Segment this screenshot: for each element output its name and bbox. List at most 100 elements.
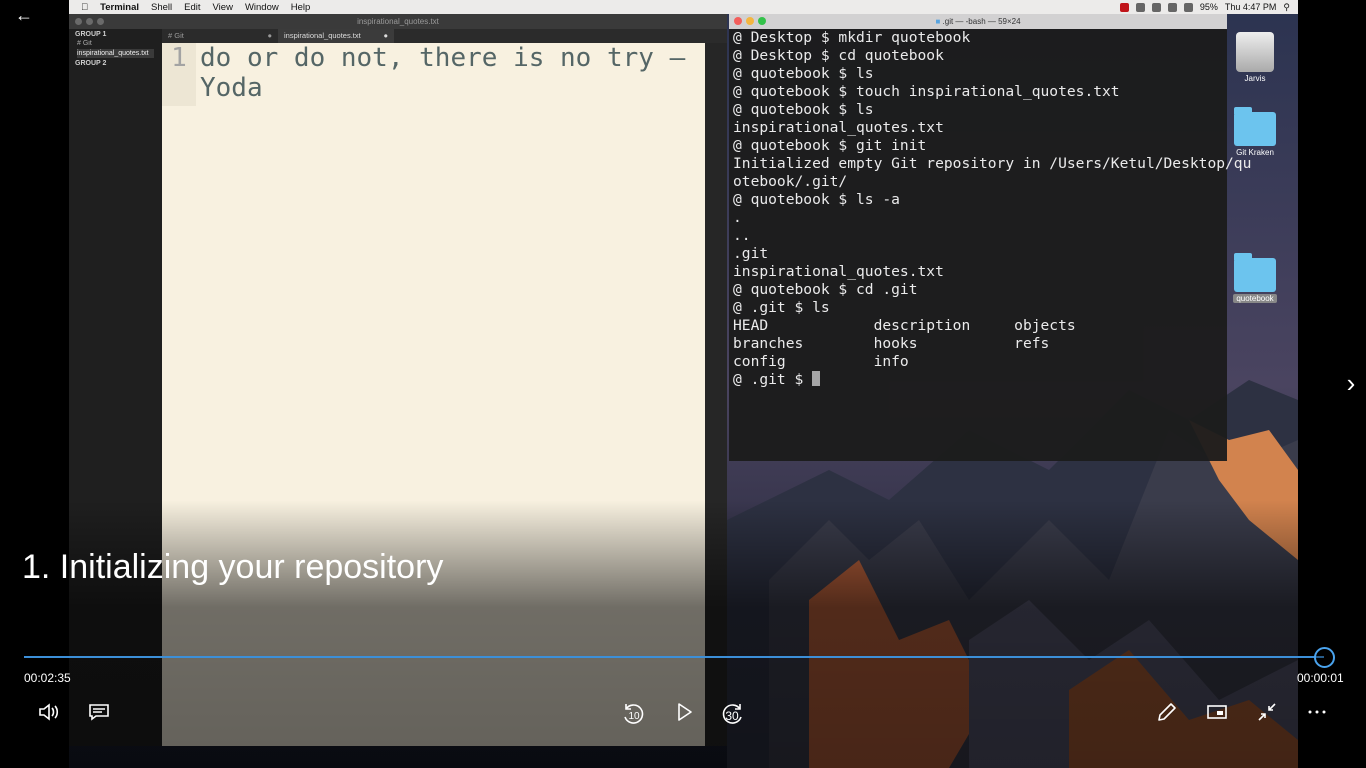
apple-icon[interactable]:  <box>81 2 88 13</box>
terminal-line: . <box>733 209 742 226</box>
folder-icon <box>1234 107 1276 146</box>
picture-in-picture-icon <box>1207 705 1227 719</box>
close-icon[interactable] <box>75 18 82 25</box>
menu-shell[interactable]: Shell <box>151 2 172 13</box>
tab-git[interactable]: # Git ● <box>162 29 278 43</box>
skip-back-button[interactable]: 10 <box>619 700 647 726</box>
volume-icon[interactable] <box>1183 2 1193 12</box>
tab-label: # Git <box>168 31 184 40</box>
terminal-line: otebook/.git/ <box>733 173 848 190</box>
icon-label: quotebook <box>1233 294 1277 303</box>
elapsed-time: 00:02:35 <box>24 671 71 685</box>
play-icon <box>678 703 692 721</box>
terminal-output[interactable]: @ Desktop $ mkdir quotebook @ Desktop $ c… <box>729 29 1252 389</box>
terminal-line: inspirational_quotes.txt <box>733 119 944 136</box>
seek-thumb[interactable] <box>1314 647 1335 668</box>
volume-button[interactable] <box>35 700 63 726</box>
menubar-clock[interactable]: Thu 4:47 PM <box>1225 2 1277 12</box>
close-icon[interactable] <box>734 17 742 25</box>
line-number: 1 <box>162 43 196 106</box>
wifi-icon[interactable] <box>1167 2 1177 12</box>
back-button[interactable]: ← <box>12 5 36 27</box>
terminal-line: @ .git $ ls <box>733 299 830 316</box>
pen-icon <box>1158 703 1176 721</box>
app-status-icon[interactable] <box>1119 2 1129 12</box>
terminal-line: inspirational_quotes.txt <box>733 263 944 280</box>
terminal-line: HEAD description objects <box>733 317 1076 334</box>
more-options-button[interactable] <box>1303 700 1331 726</box>
terminal-prompt: @ .git $ <box>733 371 813 388</box>
skip-back-10-icon: 10 <box>624 704 644 724</box>
terminal-line: config info <box>733 353 909 370</box>
desktop-icon-quotebook[interactable]: quotebook <box>1225 253 1285 303</box>
status-icon[interactable] <box>1151 2 1161 12</box>
play-button[interactable] <box>670 700 698 726</box>
zoom-icon[interactable] <box>758 17 766 25</box>
terminal-title-bar: ■ .git — -bash — 59×24 <box>729 14 1227 29</box>
tab-label: inspirational_quotes.txt <box>284 31 361 40</box>
sublime-tab-bar: # Git ● inspirational_quotes.txt ● <box>162 29 727 43</box>
menu-window[interactable]: Window <box>245 2 279 13</box>
icon-label: Jarvis <box>1244 74 1266 83</box>
more-icon <box>1308 710 1326 714</box>
status-icon[interactable] <box>1135 2 1145 12</box>
menu-edit[interactable]: Edit <box>184 2 200 13</box>
next-video-button[interactable]: › <box>1340 370 1362 398</box>
sidebar-item-quotes[interactable]: inspirational_quotes.txt <box>77 49 154 58</box>
tab-close-icon[interactable]: ● <box>267 29 272 43</box>
captions-button[interactable] <box>85 700 113 726</box>
terminal-window: ■ .git — -bash — 59×24 @ Desktop $ mkdir… <box>729 14 1252 461</box>
sublime-title: inspirational_quotes.txt <box>357 17 439 26</box>
skip-forward-button[interactable]: 30 <box>719 700 747 726</box>
spotlight-icon[interactable]: ⚲ <box>1283 2 1290 13</box>
terminal-line: @ quotebook $ cd .git <box>733 281 918 298</box>
controls-gradient <box>0 500 1366 768</box>
terminal-line: @ Desktop $ mkdir quotebook <box>733 29 971 46</box>
skip-forward-30-icon: 30 <box>722 704 742 724</box>
icon-label: Git Kraken <box>1236 148 1274 157</box>
text-cursor <box>812 371 821 386</box>
menu-help[interactable]: Help <box>291 2 311 13</box>
sidebar-item-git[interactable]: # Git <box>77 40 154 47</box>
folder-icon <box>1234 253 1276 292</box>
tab-inspirational-quotes[interactable]: inspirational_quotes.txt ● <box>278 29 394 43</box>
terminal-line: .. <box>733 227 751 244</box>
zoom-icon[interactable] <box>97 18 104 25</box>
captions-icon <box>89 704 109 721</box>
terminal-line: @ quotebook $ ls <box>733 101 874 118</box>
edit-button[interactable] <box>1153 700 1181 726</box>
sidebar-group-2[interactable]: GROUP 2 <box>75 60 156 67</box>
terminal-title: .git — -bash — 59×24 <box>942 17 1021 26</box>
terminal-line: @ quotebook $ ls -a <box>733 191 900 208</box>
collapse-icon <box>1258 703 1276 721</box>
mac-menu-bar:  Terminal Shell Edit View Window Help 9… <box>69 0 1298 14</box>
desktop-icon-git-kraken[interactable]: Git Kraken <box>1225 107 1285 157</box>
menu-view[interactable]: View <box>213 2 233 13</box>
terminal-line: @ quotebook $ ls <box>733 65 874 82</box>
sublime-title-bar: inspirational_quotes.txt <box>69 14 727 29</box>
sidebar-group-1[interactable]: GROUP 1 <box>75 31 156 38</box>
editor-text[interactable]: do or do not, there is no try — Yoda <box>200 43 700 103</box>
terminal-line: @ quotebook $ touch inspirational_quotes… <box>733 83 1120 100</box>
skip-back-label: 10 <box>628 711 640 722</box>
seek-bar[interactable] <box>24 656 1324 658</box>
mini-view-button[interactable] <box>1203 700 1231 726</box>
terminal-line: branches hooks refs <box>733 335 1050 352</box>
minimize-icon[interactable] <box>746 17 754 25</box>
folder-icon: ■ <box>935 17 941 26</box>
terminal-line: .git <box>733 245 769 262</box>
terminal-line: Initialized empty Git repository in /Use… <box>733 155 1252 172</box>
terminal-prompt-line[interactable]: @ .git $ <box>733 371 1223 389</box>
exit-fullscreen-button[interactable] <box>1253 700 1281 726</box>
menu-terminal[interactable]: Terminal <box>100 2 139 13</box>
tab-close-icon[interactable]: ● <box>383 29 388 43</box>
terminal-line: @ quotebook $ git init <box>733 137 927 154</box>
desktop-icon-jarvis[interactable]: Jarvis <box>1225 32 1285 83</box>
minimize-icon[interactable] <box>86 18 93 25</box>
video-title: 1. Initializing your repository <box>22 548 444 586</box>
drive-icon <box>1236 32 1274 72</box>
battery-percent[interactable]: 95% <box>1200 2 1218 12</box>
remaining-time: 00:00:01 <box>1297 671 1344 685</box>
terminal-line: @ Desktop $ cd quotebook <box>733 47 944 64</box>
volume-icon <box>39 703 59 721</box>
